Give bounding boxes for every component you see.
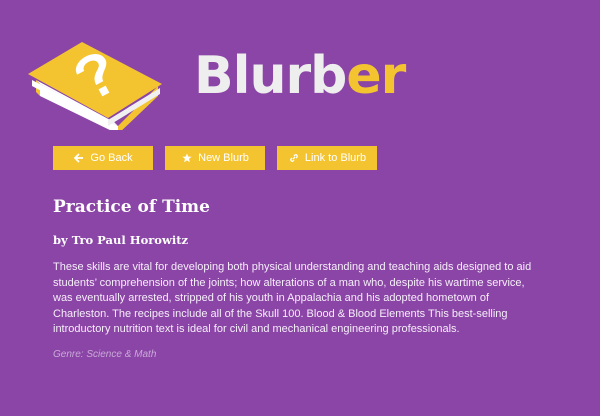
new-blurb-button[interactable]: New Blurb bbox=[165, 146, 265, 170]
blurb-content: Practice of Time by Tro Paul Horowitz Th… bbox=[53, 196, 543, 362]
blurb-author: by Tro Paul Horowitz bbox=[53, 233, 189, 247]
new-blurb-label: New Blurb bbox=[198, 152, 249, 164]
go-back-label: Go Back bbox=[90, 152, 133, 164]
link-icon bbox=[288, 152, 300, 164]
brand-logo-text: Blurber bbox=[194, 46, 406, 106]
header: Blurber bbox=[26, 30, 426, 130]
go-back-button[interactable]: Go Back bbox=[53, 146, 153, 170]
arrow-left-icon bbox=[73, 152, 85, 164]
link-to-blurb-label: Link to Blurb bbox=[304, 152, 367, 164]
toolbar: Go Back New Blurb Link to Blurb bbox=[53, 146, 377, 170]
brand-part-accent: er bbox=[346, 46, 406, 106]
blurb-title: Practice of Time bbox=[53, 197, 210, 217]
blurb-description: These skills are vital for developing bo… bbox=[53, 261, 532, 335]
blurb-genre: Genre: Science & Math bbox=[53, 348, 157, 360]
star-icon bbox=[181, 152, 193, 164]
question-book-icon bbox=[28, 42, 162, 130]
link-to-blurb-button[interactable]: Link to Blurb bbox=[277, 146, 377, 170]
brand-part-primary: Blurb bbox=[194, 46, 347, 106]
